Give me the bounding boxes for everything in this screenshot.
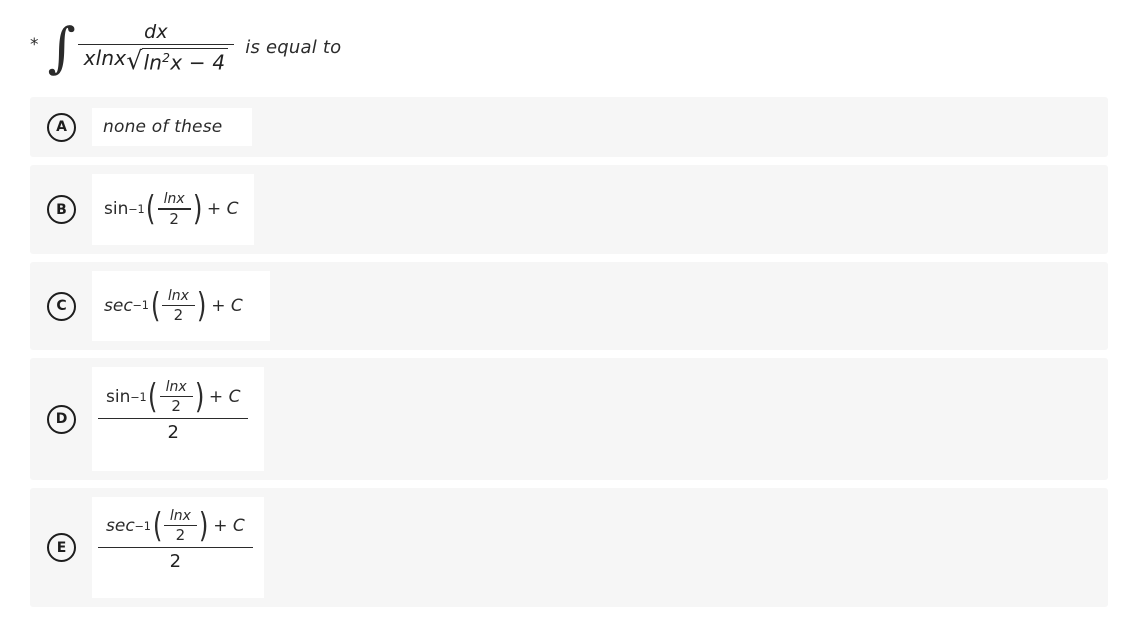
paren-open-c: ( xyxy=(150,285,161,326)
constant-c-e: C xyxy=(232,516,245,537)
inverse-exponent-e: −1 xyxy=(134,519,151,533)
options-list: A none of these B sin −1(lnx 2) + C C sec −1… xyxy=(30,97,1108,615)
option-content-e: sec −1( lnx 2) + C 2 xyxy=(92,497,264,598)
constant-term-c: + C xyxy=(211,296,243,316)
option-row-c[interactable]: C sec −1( lnx 2) + C xyxy=(30,262,1108,350)
question-fraction: dx xlnx √ ln2x − 4 xyxy=(77,20,235,75)
option-content-b: sin −1(lnx 2) + C xyxy=(92,174,254,245)
paren-close-e: ) xyxy=(198,506,209,547)
denominator-prefix: xlnx xyxy=(83,46,127,71)
argument-denominator-e: 2 xyxy=(175,526,186,545)
option-badge-e[interactable]: E xyxy=(47,533,76,562)
paren-close-c: ) xyxy=(196,285,207,326)
paren-close-d: ) xyxy=(194,377,205,418)
outer-numerator-e: sec −1( lnx 2) + C xyxy=(98,508,253,547)
argument-numerator-b: lnx xyxy=(163,191,185,208)
function-name-e: sec xyxy=(106,516,135,537)
question-formula: ∫ dx xlnx √ ln2x − 4 xyxy=(47,15,235,79)
plus-sign-c: + xyxy=(211,295,226,316)
option-formula-e: sec −1( lnx 2) + C 2 xyxy=(98,508,253,572)
function-name-d: sin xyxy=(106,387,131,408)
radical: √ ln2x − 4 xyxy=(126,45,229,75)
constant-c-d: C xyxy=(228,387,241,408)
paren-open-d: ( xyxy=(148,377,158,418)
argument-denominator-b: 2 xyxy=(169,209,179,228)
argument-fraction-d: lnx 2 xyxy=(159,379,193,416)
radicand-rest: x − 4 xyxy=(170,50,226,75)
plus-sign-e: + xyxy=(213,516,228,537)
argument-numerator-c: lnx xyxy=(167,287,189,304)
inverse-exponent-c: −1 xyxy=(132,299,149,313)
argument-fraction-c: lnx 2 xyxy=(161,287,195,325)
outer-numerator-d: sin −1( lnx 2) + C xyxy=(98,379,248,418)
option-content-a: none of these xyxy=(92,108,252,146)
plus-sign-d: + xyxy=(208,387,224,408)
option-content-d: sin −1( lnx 2) + C 2 xyxy=(92,367,264,471)
option-badge-d[interactable]: D xyxy=(47,404,76,434)
required-marker: * xyxy=(30,34,39,55)
argument-denominator-d: 2 xyxy=(171,397,181,416)
option-formula-b: sin −1(lnx 2) + C xyxy=(104,191,238,228)
outer-denominator-e: 2 xyxy=(169,551,182,573)
function-name-b: sin xyxy=(104,199,129,220)
numerator-expression-e: sec −1( lnx 2) + C xyxy=(106,508,245,545)
constant-c-c: C xyxy=(230,295,243,316)
outer-denominator-d: 2 xyxy=(167,422,179,444)
plus-sign-b: + xyxy=(206,199,222,220)
constant-term-b: + C xyxy=(207,199,239,219)
integral-symbol: ∫ xyxy=(47,15,76,79)
question-trailing-text: is equal to xyxy=(245,36,342,58)
option-badge-b[interactable]: B xyxy=(47,195,76,224)
argument-fraction-e: lnx 2 xyxy=(163,508,197,545)
paren-open-b: ( xyxy=(146,189,156,230)
inverse-exponent-d: −1 xyxy=(130,390,147,404)
argument-numerator-e: lnx xyxy=(169,508,191,524)
question-denominator: xlnx √ ln2x − 4 xyxy=(78,45,235,75)
question-numerator: dx xyxy=(144,20,168,43)
argument-denominator-c: 2 xyxy=(173,306,184,325)
paren-close-b: ) xyxy=(192,189,203,230)
radical-symbol: √ xyxy=(126,45,143,75)
function-name-c: sec xyxy=(104,295,133,316)
option-formula-d: sin −1( lnx 2) + C 2 xyxy=(98,379,249,444)
constant-term-d: + C xyxy=(209,387,241,407)
paren-open-e: ( xyxy=(152,506,163,547)
option-row-d[interactable]: D sin −1( lnx 2) + C 2 xyxy=(30,358,1108,480)
option-badge-a[interactable]: A xyxy=(47,112,76,142)
constant-term-e: + C xyxy=(213,516,245,536)
option-badge-c[interactable]: C xyxy=(47,291,76,321)
inverse-exponent-b: −1 xyxy=(128,202,145,216)
radicand-base: ln xyxy=(143,50,163,75)
numerator-expression-d: sin −1( lnx 2) + C xyxy=(106,379,240,416)
option-row-a[interactable]: A none of these xyxy=(30,97,1108,157)
argument-fraction-b: lnx 2 xyxy=(157,191,191,228)
option-content-c: sec −1( lnx 2) + C xyxy=(92,271,270,341)
argument-numerator-d: lnx xyxy=(165,379,187,395)
option-text-a: none of these xyxy=(103,117,223,137)
option-row-e[interactable]: E sec −1( lnx 2) + C 2 xyxy=(30,488,1108,607)
option-row-b[interactable]: B sin −1(lnx 2) + C xyxy=(30,165,1108,254)
constant-c-b: C xyxy=(226,199,239,220)
option-formula-c: sec −1( lnx 2) + C xyxy=(104,288,243,325)
question-block: * ∫ dx xlnx √ ln2x − 4 is equal to xyxy=(30,8,341,86)
radicand: ln2x − 4 xyxy=(141,47,229,75)
